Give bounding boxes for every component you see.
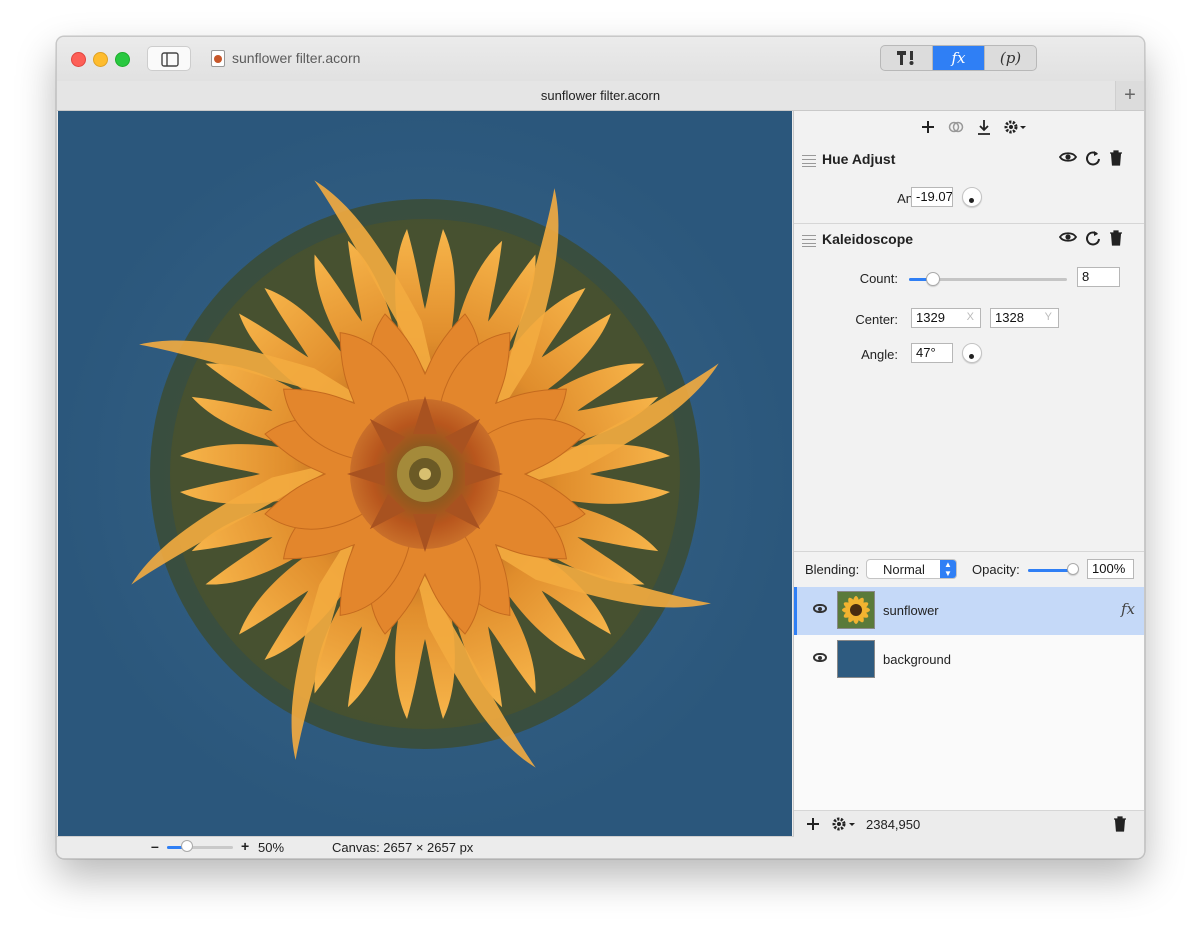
close-button[interactable] bbox=[71, 52, 86, 67]
visibility-eye-icon[interactable] bbox=[1059, 150, 1077, 164]
zoom-out-button[interactable]: – bbox=[151, 838, 159, 854]
properties-tab[interactable]: (p) bbox=[985, 46, 1036, 70]
center-y-value: 1328 bbox=[995, 310, 1024, 325]
tools-tab[interactable] bbox=[881, 46, 933, 70]
layer-thumbnail bbox=[837, 640, 875, 678]
layer-thumbnail bbox=[837, 591, 875, 629]
layers-list: sunflower fx background bbox=[794, 587, 1144, 810]
gear-icon[interactable] bbox=[1003, 119, 1026, 140]
visibility-eye-icon[interactable] bbox=[1059, 230, 1077, 244]
status-bar: – + 50% Canvas: 2657 × 2657 px bbox=[57, 836, 1144, 858]
trash-icon[interactable] bbox=[1109, 150, 1123, 166]
center-y-suffix: Y bbox=[1044, 311, 1052, 323]
count-slider-thumb[interactable] bbox=[925, 272, 940, 286]
blending-select[interactable]: Normal ▲ ▼ bbox=[866, 559, 957, 579]
inspector-panel: Hue Adjust Angle: -19.07 Kaleidoscope bbox=[793, 111, 1144, 837]
reset-icon[interactable] bbox=[1085, 230, 1101, 246]
app-window: sunflower filter.acorn fx (p) sunflower … bbox=[56, 36, 1145, 859]
filter-toolbar bbox=[794, 111, 1144, 147]
blending-value: Normal bbox=[883, 562, 925, 577]
minimize-button[interactable] bbox=[93, 52, 108, 67]
eye-icon[interactable] bbox=[813, 653, 827, 662]
filter-header-icons bbox=[1059, 230, 1123, 246]
trash-icon[interactable] bbox=[1109, 230, 1123, 246]
zoom-slider[interactable] bbox=[167, 846, 233, 849]
canvas-size-label: Canvas: 2657 × 2657 px bbox=[332, 840, 474, 855]
layer-row-background[interactable]: background bbox=[794, 636, 1144, 684]
layer-row-sunflower[interactable]: sunflower fx bbox=[794, 587, 1144, 635]
new-tab-button[interactable]: + bbox=[1115, 81, 1144, 110]
filter-header: Hue Adjust bbox=[794, 147, 1144, 173]
center-label: Center: bbox=[855, 312, 898, 327]
inspector-segmented-control[interactable]: fx (p) bbox=[880, 45, 1037, 71]
count-input[interactable]: 8 bbox=[1077, 267, 1120, 287]
tab-bar: sunflower filter.acorn + bbox=[57, 81, 1144, 111]
sidebar-toggle-button[interactable] bbox=[147, 46, 191, 71]
layer-name[interactable]: sunflower bbox=[883, 603, 939, 618]
trash-icon[interactable] bbox=[1113, 816, 1127, 832]
filter-header: Kaleidoscope bbox=[794, 227, 1144, 253]
download-icon[interactable] bbox=[975, 119, 993, 140]
zoom-level: 50% bbox=[258, 840, 285, 855]
zoom-button[interactable] bbox=[115, 52, 130, 67]
kaleido-angle-input[interactable]: 47° bbox=[911, 343, 953, 363]
filter-header-icons bbox=[1059, 150, 1123, 166]
zoom-in-button[interactable]: + bbox=[241, 838, 249, 854]
kaleido-angle-knob[interactable] bbox=[962, 343, 982, 363]
layers-bottom-bar: 2384,950 bbox=[794, 810, 1144, 837]
drag-handle-icon[interactable] bbox=[802, 235, 816, 247]
sunflower-thumbnail-image bbox=[838, 592, 874, 628]
add-layer-icon[interactable] bbox=[806, 817, 820, 831]
tab-title[interactable]: sunflower filter.acorn bbox=[57, 88, 1144, 103]
filter-name: Hue Adjust bbox=[822, 151, 896, 167]
document-icon bbox=[211, 50, 225, 67]
effects-tab[interactable]: fx bbox=[933, 46, 985, 70]
filter-hue-adjust: Hue Adjust Angle: -19.07 bbox=[794, 147, 1144, 224]
kaleidoscope-sunflower-image bbox=[58, 111, 792, 836]
blending-row: Blending: Normal ▲ ▼ Opacity: 100% bbox=[794, 551, 1144, 588]
hue-angle-input[interactable]: -19.07 bbox=[911, 187, 953, 207]
drag-handle-icon[interactable] bbox=[802, 155, 816, 167]
gear-icon[interactable] bbox=[831, 816, 857, 832]
count-label: Count: bbox=[859, 271, 898, 286]
center-x-value: 1329 bbox=[916, 310, 945, 325]
sidebar-icon bbox=[161, 52, 179, 67]
reset-icon[interactable] bbox=[1085, 150, 1101, 166]
memory-readout: 2384,950 bbox=[866, 817, 921, 832]
filter-name: Kaleidoscope bbox=[822, 231, 914, 247]
image-canvas[interactable] bbox=[58, 111, 792, 836]
eye-icon[interactable] bbox=[813, 604, 827, 613]
center-x-input[interactable]: 1329 X bbox=[911, 308, 981, 328]
layer-name[interactable]: background bbox=[883, 652, 951, 667]
tools-icon bbox=[896, 51, 913, 65]
titlebar: sunflower filter.acorn fx (p) bbox=[57, 37, 1144, 82]
hue-angle-knob[interactable] bbox=[962, 187, 982, 207]
center-x-suffix: X bbox=[966, 311, 974, 323]
zoom-slider-thumb[interactable] bbox=[180, 840, 193, 852]
kaleido-angle-label: Angle: bbox=[861, 347, 898, 362]
chevron-updown-icon: ▲ ▼ bbox=[940, 560, 956, 578]
center-y-input[interactable]: 1328 Y bbox=[990, 308, 1059, 328]
link-icon[interactable] bbox=[947, 120, 965, 139]
blending-label: Blending: bbox=[805, 562, 860, 577]
window-title: sunflower filter.acorn bbox=[232, 50, 361, 66]
filter-kaleidoscope: Kaleidoscope Count: 8 Center: 1329 X 132… bbox=[794, 223, 1144, 551]
opacity-input[interactable]: 100% bbox=[1087, 559, 1134, 579]
layer-fx-badge[interactable]: fx bbox=[1121, 600, 1135, 618]
plus-icon[interactable] bbox=[919, 120, 937, 139]
opacity-label: Opacity: bbox=[972, 562, 1020, 577]
opacity-slider-thumb[interactable] bbox=[1067, 563, 1079, 575]
